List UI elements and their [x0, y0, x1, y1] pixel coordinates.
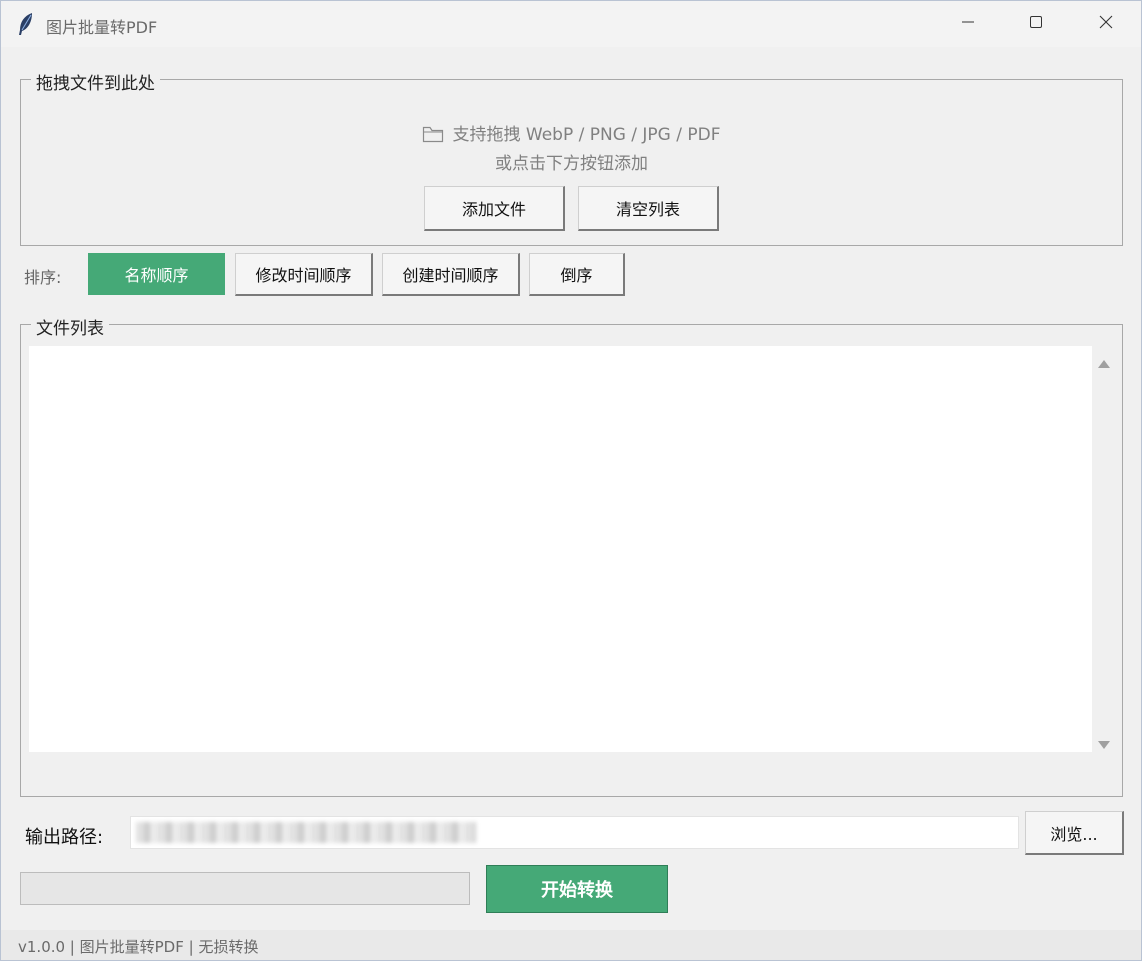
scroll-up-arrow-icon[interactable] [1097, 355, 1111, 374]
redacted-path [136, 822, 476, 843]
title-bar[interactable]: 图片批量转PDF [1, 1, 1141, 47]
close-icon [1098, 14, 1114, 34]
close-button[interactable] [1071, 1, 1141, 47]
minimize-button[interactable] [933, 1, 1003, 47]
add-files-button[interactable]: 添加文件 [424, 186, 565, 231]
status-bar: v1.0.0 | 图片批量转PDF | 无损转换 [1, 930, 1141, 960]
file-list[interactable] [29, 346, 1092, 752]
minimize-icon [960, 14, 976, 34]
clear-list-button[interactable]: 清空列表 [578, 186, 719, 231]
sort-label: 排序: [24, 268, 62, 287]
app-window: 图片批量转PDF 拖拽文件到此处 支持拖拽 WebP / PNG / JPG /… [0, 0, 1142, 961]
drop-hint-secondary: 或点击下方按钮添加 [495, 154, 648, 174]
progress-bar [20, 872, 470, 905]
file-list-legend: 文件列表 [31, 314, 109, 339]
drop-zone-legend: 拖拽文件到此处 [31, 69, 160, 94]
sort-reverse-button[interactable]: 倒序 [529, 253, 625, 296]
start-convert-button[interactable]: 开始转换 [486, 865, 668, 913]
drop-zone[interactable]: 拖拽文件到此处 支持拖拽 WebP / PNG / JPG / PDF 或点击下… [20, 69, 1123, 246]
feather-icon [16, 12, 36, 36]
maximize-button[interactable] [1001, 1, 1071, 47]
browse-button[interactable]: 浏览... [1025, 811, 1124, 855]
folder-icon [422, 125, 444, 148]
maximize-icon [1028, 14, 1044, 34]
drop-hint: 支持拖拽 WebP / PNG / JPG / PDF [21, 120, 1122, 148]
scroll-down-arrow-icon[interactable] [1097, 736, 1111, 755]
sort-by-modified-button[interactable]: 修改时间顺序 [235, 253, 373, 296]
sort-by-name-button[interactable]: 名称顺序 [88, 253, 225, 295]
file-list-group: 文件列表 [20, 314, 1123, 797]
sort-by-created-button[interactable]: 创建时间顺序 [382, 253, 520, 296]
output-path-label: 输出路径: [25, 827, 104, 848]
drop-hint-text: 支持拖拽 WebP / PNG / JPG / PDF [452, 125, 721, 145]
window-title: 图片批量转PDF [46, 18, 158, 37]
status-text: v1.0.0 | 图片批量转PDF | 无损转换 [18, 938, 259, 956]
